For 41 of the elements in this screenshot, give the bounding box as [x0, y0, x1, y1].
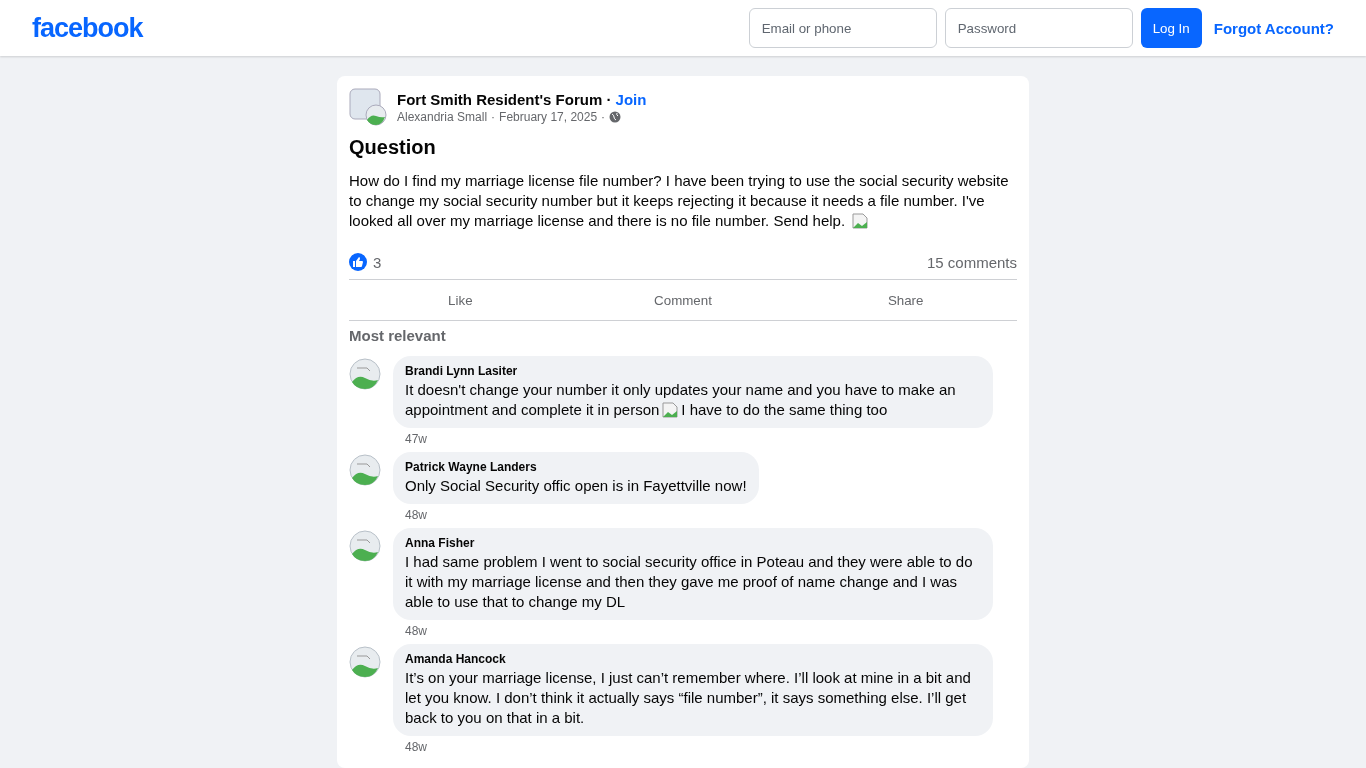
- commenter-name[interactable]: Brandi Lynn Lasiter: [405, 364, 981, 378]
- separator-dot: ·: [606, 90, 612, 108]
- share-button[interactable]: Share: [794, 280, 1017, 320]
- commenter-name[interactable]: Amanda Hancock: [405, 652, 981, 666]
- comment-time[interactable]: 48w: [405, 624, 993, 638]
- reaction-count[interactable]: 3: [373, 253, 382, 271]
- group-name[interactable]: Fort Smith Resident's Forum: [397, 90, 603, 108]
- commenter-name[interactable]: Patrick Wayne Landers: [405, 460, 747, 474]
- facebook-logo[interactable]: facebook: [32, 12, 749, 44]
- comment-text: It doesn't change your number it only updates your name and you have to make an appointment and complete it in person I have to do the same thing too: [405, 380, 957, 420]
- comment-count[interactable]: 15 comments: [926, 253, 1017, 271]
- avatar-icon: [349, 454, 381, 486]
- comment-time[interactable]: 48w: [405, 508, 759, 522]
- comment-time[interactable]: 48w: [405, 740, 993, 754]
- login-button[interactable]: Log In: [1140, 8, 1202, 48]
- forgot-account-link[interactable]: Forgot Account?: [1213, 19, 1334, 37]
- like-reaction-icon[interactable]: [349, 253, 367, 271]
- broken-image-icon: [662, 402, 679, 418]
- comment-button[interactable]: Comment: [571, 280, 795, 320]
- commenter-name[interactable]: Anna Fisher: [405, 536, 981, 550]
- avatar-icon: [349, 646, 381, 678]
- join-link[interactable]: Join: [615, 90, 647, 108]
- comment-text: It’s on your marriage license, I just can’t remember where. I’ll look at mine in a bit and let you know. I don’t think it actually says “file number”, it says something else. I’ll get back to you on that in a bit.: [405, 668, 972, 728]
- comment-time[interactable]: 47w: [405, 432, 993, 446]
- post-body: How do I find my marriage license file number? I have been trying to use the social security website to change my social security number but it keeps rejecting it because it needs a file number. I've looked all over my marriage license and there is no file number. Send help.: [349, 171, 1010, 231]
- author-name[interactable]: Alexandria Small: [397, 109, 488, 124]
- password-field[interactable]: Password: [944, 8, 1133, 48]
- separator-dot: ·: [601, 109, 606, 124]
- post-date[interactable]: February 17, 2025: [499, 109, 598, 124]
- comment-text: Only Social Security offic open is in Fayettville now!: [405, 476, 747, 496]
- broken-image-icon: [852, 213, 869, 229]
- sort-label[interactable]: Most relevant: [349, 327, 1017, 344]
- avatar-icon: [349, 530, 381, 562]
- avatar-icon: [349, 358, 381, 390]
- comment-text: I had same problem I went to social security office in Poteau and they were able to do it with my marriage license and then they gave me proof of name change and I was able to use that to change my DL: [405, 552, 974, 612]
- globe-icon: [609, 110, 622, 123]
- email-field[interactable]: Email or phone: [748, 8, 937, 48]
- post-title: Question: [349, 136, 437, 159]
- group-photo-icon[interactable]: [349, 88, 387, 126]
- like-button[interactable]: Like: [349, 280, 572, 320]
- separator-dot: ·: [491, 109, 496, 124]
